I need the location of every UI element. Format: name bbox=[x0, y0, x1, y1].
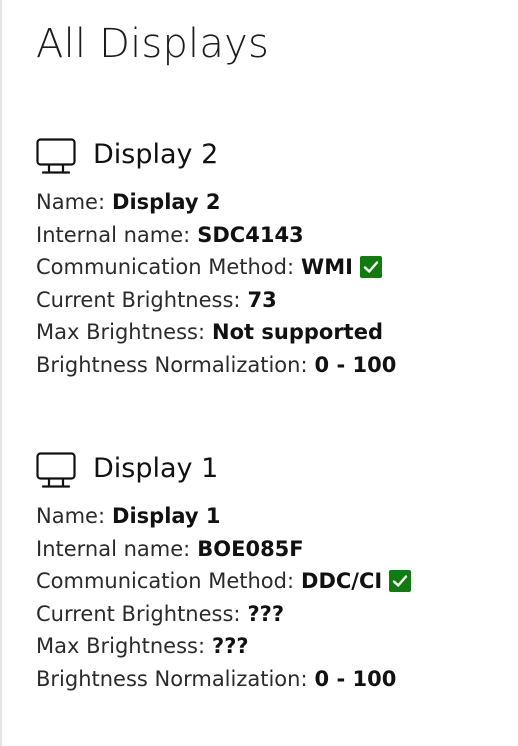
page-title: All Displays bbox=[36, 21, 269, 67]
property-brightness-normalization: Brightness Normalization: 0 - 100 bbox=[36, 663, 411, 696]
property-current-brightness: Current Brightness: 73 bbox=[36, 284, 396, 317]
display-section-2: Display 2 Name: Display 2 Internal name:… bbox=[36, 138, 506, 377]
display-section-1: Display 1 Name: Display 1 Internal name:… bbox=[36, 452, 506, 691]
property-label: Current Brightness: bbox=[36, 601, 241, 626]
property-name: Name: Display 2 bbox=[36, 186, 396, 219]
display-title: Display 2 bbox=[93, 139, 219, 170]
property-internal-name: Internal name: BOE085F bbox=[36, 533, 411, 566]
property-label: Current Brightness: bbox=[36, 287, 241, 312]
property-value: ??? bbox=[212, 634, 249, 658]
property-current-brightness: Current Brightness: ??? bbox=[36, 598, 411, 631]
property-value: BOE085F bbox=[197, 536, 304, 561]
checkmark-icon bbox=[389, 570, 412, 593]
monitor-icon bbox=[36, 138, 76, 176]
property-internal-name: Internal name: SDC4143 bbox=[36, 219, 396, 252]
property-label: Internal name: bbox=[36, 222, 191, 247]
property-value: ??? bbox=[247, 601, 285, 626]
property-value: Display 2 bbox=[112, 190, 221, 214]
left-divider bbox=[0, 0, 2, 746]
property-label: Brightness Normalization: bbox=[36, 666, 308, 691]
property-value: Not supported bbox=[212, 320, 383, 344]
property-label: Communication Method: bbox=[36, 255, 295, 279]
property-name: Name: Display 1 bbox=[36, 500, 411, 533]
property-label: Name: bbox=[36, 190, 106, 214]
property-label: Max Brightness: bbox=[36, 634, 206, 658]
property-label: Communication Method: bbox=[36, 569, 295, 593]
display-header: Display 2 bbox=[36, 138, 506, 178]
property-value: 0 - 100 bbox=[314, 666, 397, 691]
property-communication-method: Communication Method: WMI bbox=[36, 251, 396, 284]
property-brightness-normalization: Brightness Normalization: 0 - 100 bbox=[36, 349, 396, 382]
property-label: Name: bbox=[36, 504, 106, 528]
property-label: Brightness Normalization: bbox=[36, 352, 308, 377]
property-value: SDC4143 bbox=[197, 222, 304, 247]
property-value: 0 - 100 bbox=[314, 352, 397, 377]
property-communication-method: Communication Method: DDC/CI bbox=[36, 565, 412, 598]
property-value: DDC/CI bbox=[301, 569, 383, 593]
monitor-icon bbox=[36, 452, 76, 490]
display-title: Display 1 bbox=[93, 453, 219, 484]
property-max-brightness: Max Brightness: ??? bbox=[36, 630, 411, 663]
property-value: WMI bbox=[301, 255, 353, 279]
property-value: 73 bbox=[247, 287, 277, 312]
checkmark-icon bbox=[359, 256, 382, 279]
property-label: Internal name: bbox=[36, 536, 191, 561]
display-properties: Name: Display 2 Internal name: SDC4143 C… bbox=[36, 186, 396, 381]
property-label: Max Brightness: bbox=[36, 320, 206, 344]
display-properties: Name: Display 1 Internal name: BOE085F C… bbox=[36, 500, 412, 696]
display-header: Display 1 bbox=[36, 452, 506, 492]
property-max-brightness: Max Brightness: Not supported bbox=[36, 316, 396, 349]
property-value: Display 1 bbox=[112, 504, 221, 528]
